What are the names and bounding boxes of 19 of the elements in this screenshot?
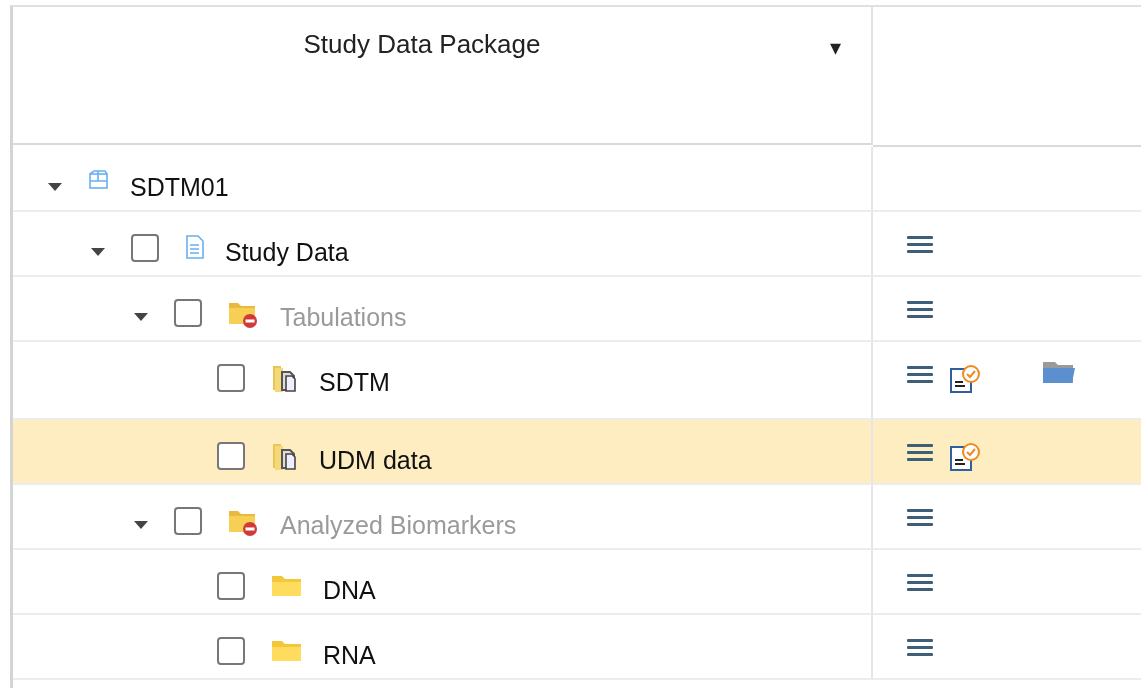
menu-icon[interactable] [907,637,933,659]
menu-icon[interactable] [907,234,933,256]
checklist-icon[interactable] [949,364,981,394]
folder-documents-icon [271,364,299,394]
checkbox[interactable] [131,234,159,262]
menu-icon[interactable] [907,572,933,594]
menu-icon[interactable] [907,442,933,464]
menu-icon[interactable] [907,299,933,321]
document-icon [185,234,205,260]
menu-icon[interactable] [907,364,933,386]
sort-caret[interactable]: ▾ [830,35,841,61]
tree-item-label[interactable]: SDTM01 [130,173,229,202]
column-header[interactable]: Study Data Package ▾ [13,7,873,145]
folder-documents-icon [271,442,299,472]
tree-item-label[interactable]: Study Data [225,238,349,267]
expand-caret-icon[interactable] [91,248,105,256]
menu-icon[interactable] [907,507,933,529]
checklist-icon[interactable] [949,442,981,472]
expand-caret-icon[interactable] [48,183,62,191]
